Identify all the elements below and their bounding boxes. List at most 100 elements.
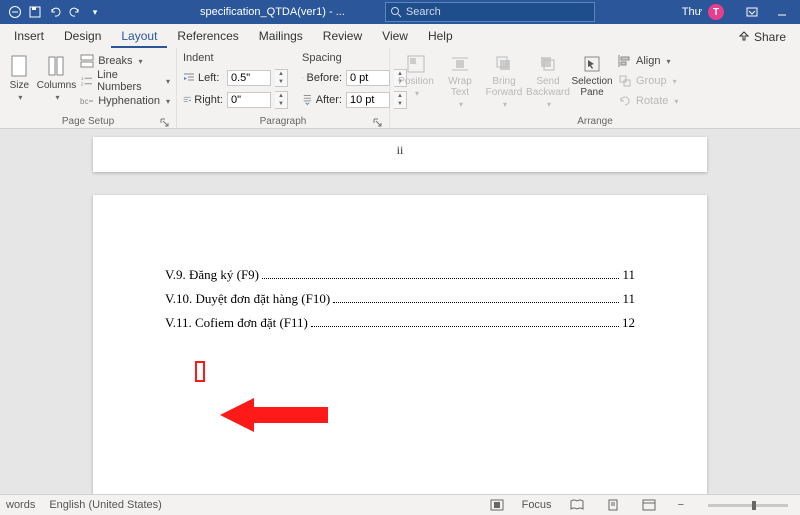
position-icon [406, 54, 426, 74]
spacing-after-input[interactable] [346, 92, 390, 108]
text-cursor [195, 361, 205, 382]
quick-access-toolbar: ▾ [0, 0, 110, 24]
chevron-down-icon: ▾ [55, 93, 59, 102]
user-avatar: T [708, 4, 724, 20]
indent-left-field[interactable]: Left: ▲▼ [183, 68, 288, 88]
web-layout-icon [642, 499, 656, 511]
tab-insert[interactable]: Insert [4, 25, 54, 48]
toc-leader [311, 326, 619, 327]
toc-line[interactable]: V.9. Đăng ký (F9) 11 [165, 267, 635, 283]
tab-layout[interactable]: Layout [111, 25, 167, 48]
toc-text: V.9. Đăng ký (F9) [165, 267, 259, 283]
minimize-icon[interactable] [768, 0, 796, 24]
position-button: Position▾ [396, 50, 436, 98]
align-icon [618, 54, 632, 68]
toc-page: 11 [622, 291, 635, 307]
account-control[interactable]: Thư T [672, 4, 734, 20]
align-button[interactable]: Align▾ [618, 52, 678, 70]
save-icon[interactable] [28, 5, 42, 19]
toc-leader [333, 302, 619, 303]
status-language[interactable]: English (United States) [49, 499, 162, 511]
title-bar: ▾ specification_QTDA(ver1) - ... Search … [0, 0, 800, 24]
indent-header: Indent [183, 52, 288, 64]
search-placeholder: Search [406, 6, 441, 18]
print-layout-button[interactable] [602, 497, 624, 513]
spinner-arrows[interactable]: ▲▼ [275, 91, 288, 109]
ribbon-display-icon[interactable] [738, 0, 766, 24]
wrap-text-icon [450, 54, 470, 74]
autosave-off-icon[interactable] [8, 5, 22, 19]
read-mode-icon [570, 499, 584, 511]
svg-text:2: 2 [81, 82, 84, 87]
qat-customize-icon[interactable]: ▾ [88, 5, 102, 19]
spacing-before-input[interactable] [346, 70, 390, 86]
zoom-out-button[interactable]: − [674, 499, 688, 511]
page-current[interactable]: V.9. Đăng ký (F9) 11 V.10. Duyệt đơn đặt… [93, 195, 707, 494]
line-numbers-button[interactable]: 12 Line Numbers▾ [80, 72, 170, 90]
tab-review[interactable]: Review [313, 25, 372, 48]
toc-leader [262, 278, 619, 279]
toc-page: 12 [622, 315, 635, 331]
send-backward-icon [538, 54, 558, 74]
ribbon: Size ▾ Columns ▾ Breaks▾ 12 Line Numbers… [0, 48, 800, 129]
toc-line[interactable]: V.10. Duyệt đơn đặt hàng (F10) 11 [165, 291, 635, 307]
hyphenation-icon: bc [80, 94, 94, 108]
line-numbers-icon: 12 [80, 74, 93, 88]
focus-mode-button[interactable] [486, 497, 508, 513]
page-size-icon [9, 54, 29, 78]
print-layout-icon [606, 499, 620, 511]
svg-text:1: 1 [81, 76, 84, 81]
spacing-before-icon [302, 72, 304, 84]
dialog-launcher-icon[interactable] [160, 118, 170, 128]
search-icon [390, 6, 402, 18]
page-numeral: ii [397, 143, 404, 157]
group-icon [618, 74, 632, 88]
selection-pane-icon [582, 54, 602, 74]
group-arrange: Position▾ Wrap Text▾ Bring Forward▾ Send… [390, 48, 800, 128]
page-previous-bottom: ii [93, 137, 707, 172]
share-button[interactable]: Share [728, 26, 796, 48]
dialog-launcher-icon[interactable] [373, 118, 383, 128]
undo-icon[interactable] [48, 5, 62, 19]
tab-help[interactable]: Help [418, 25, 463, 48]
size-button[interactable]: Size ▾ [6, 50, 33, 102]
tab-view[interactable]: View [372, 25, 418, 48]
focus-label[interactable]: Focus [522, 499, 552, 511]
columns-icon [46, 54, 66, 78]
spacing-after-icon [302, 94, 313, 106]
user-name: Thư [682, 6, 702, 18]
toc-page: 11 [622, 267, 635, 283]
document-area[interactable]: ii V.9. Đăng ký (F9) 11 V.10. Duyệt đơn … [0, 129, 800, 494]
indent-right-input[interactable] [227, 92, 271, 108]
ribbon-tabs: Insert Design Layout References Mailings… [0, 24, 800, 48]
window-controls [734, 0, 800, 24]
send-backward-button: Send Backward▾ [528, 50, 568, 109]
toc-line[interactable]: V.11. Cofiem đơn đặt (F11) 12 [165, 315, 635, 331]
read-mode-button[interactable] [566, 497, 588, 513]
selection-pane-button[interactable]: Selection Pane [572, 50, 612, 98]
hyphenation-button[interactable]: bc Hyphenation▾ [80, 92, 170, 110]
search-box[interactable]: Search [385, 2, 595, 22]
redo-icon[interactable] [68, 5, 82, 19]
group-page-setup: Size ▾ Columns ▾ Breaks▾ 12 Line Numbers… [0, 48, 177, 128]
bring-forward-button: Bring Forward▾ [484, 50, 524, 109]
breaks-button[interactable]: Breaks▾ [80, 52, 170, 70]
tab-references[interactable]: References [167, 25, 248, 48]
zoom-slider[interactable] [708, 504, 788, 507]
toc-text: V.10. Duyệt đơn đặt hàng (F10) [165, 291, 330, 307]
toc-text: V.11. Cofiem đơn đặt (F11) [165, 315, 308, 331]
status-bar: words English (United States) Focus − [0, 494, 800, 515]
tab-mailings[interactable]: Mailings [249, 25, 313, 48]
indent-right-icon [183, 94, 191, 106]
tab-design[interactable]: Design [54, 25, 111, 48]
share-icon [738, 31, 750, 43]
spinner-arrows[interactable]: ▲▼ [275, 69, 288, 87]
bring-forward-icon [494, 54, 514, 74]
status-words[interactable]: words [6, 499, 35, 511]
indent-left-input[interactable] [227, 70, 271, 86]
indent-right-field[interactable]: Right: ▲▼ [183, 90, 288, 110]
group-button: Group▾ [618, 72, 678, 90]
breaks-icon [80, 54, 94, 68]
columns-button[interactable]: Columns ▾ [37, 50, 76, 102]
web-layout-button[interactable] [638, 497, 660, 513]
